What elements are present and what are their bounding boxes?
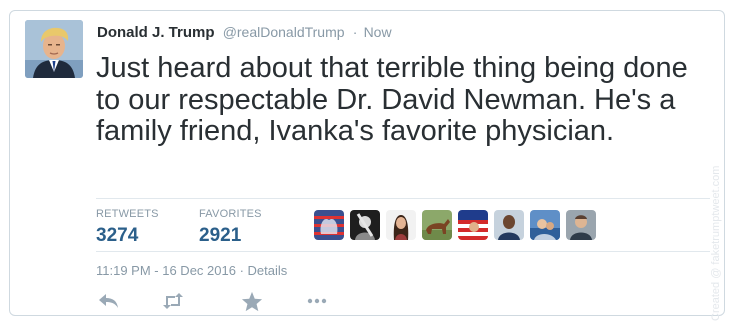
divider-bottom	[96, 251, 710, 252]
favorite-button[interactable]	[239, 289, 265, 313]
avatar[interactable]	[25, 20, 83, 78]
more-button[interactable]	[304, 289, 330, 313]
tweet-meta: 11:19 PM - 16 Dec 2016 · Details	[96, 263, 287, 278]
watermark: Created @ faketrumptweet.com	[710, 165, 722, 321]
display-name[interactable]: Donald J. Trump	[97, 24, 215, 41]
favoriter-avatar[interactable]	[530, 210, 560, 240]
reply-button[interactable]	[96, 289, 122, 313]
details-link[interactable]: · Details	[240, 263, 288, 278]
favoriter-avatar[interactable]	[458, 210, 488, 240]
favoriter-avatar[interactable]	[494, 210, 524, 240]
avatar-image	[25, 20, 83, 78]
retweets-count: 3274	[96, 225, 139, 246]
retweet-icon	[163, 293, 183, 309]
separator-dot: ·	[352, 24, 358, 40]
more-dots-icon	[307, 298, 327, 304]
favoriter-avatar[interactable]	[566, 210, 596, 240]
tweet-text: Just heard about that terrible thing bei…	[96, 52, 688, 147]
favoriter-avatar[interactable]	[386, 210, 416, 240]
favorites-label: FAVORITES	[199, 208, 262, 220]
retweets-label: RETWEETS	[96, 208, 159, 220]
user-handle[interactable]: @realDonaldTrump	[223, 24, 345, 40]
reply-icon	[99, 294, 118, 308]
tweet-timestamp[interactable]: 11:19 PM - 16 Dec 2016	[96, 263, 236, 278]
favorite-star-icon	[241, 291, 263, 311]
favoriters-avatars	[314, 210, 596, 240]
favoriter-avatar[interactable]	[350, 210, 380, 240]
retweet-button[interactable]	[160, 289, 186, 313]
tweet-card: Donald J. Trump @realDonaldTrump · Now J…	[9, 10, 725, 321]
favorites-count: 2921	[199, 225, 242, 246]
tweet-time[interactable]: Now	[364, 24, 392, 40]
favoriter-avatar[interactable]	[422, 210, 452, 240]
retweets-stat[interactable]: RETWEETS 3274	[96, 207, 159, 248]
divider-top	[96, 198, 710, 199]
favorites-stat[interactable]: FAVORITES 2921	[199, 207, 262, 248]
tweet-header: Donald J. Trump @realDonaldTrump · Now	[97, 23, 392, 42]
favoriter-avatar[interactable]	[314, 210, 344, 240]
